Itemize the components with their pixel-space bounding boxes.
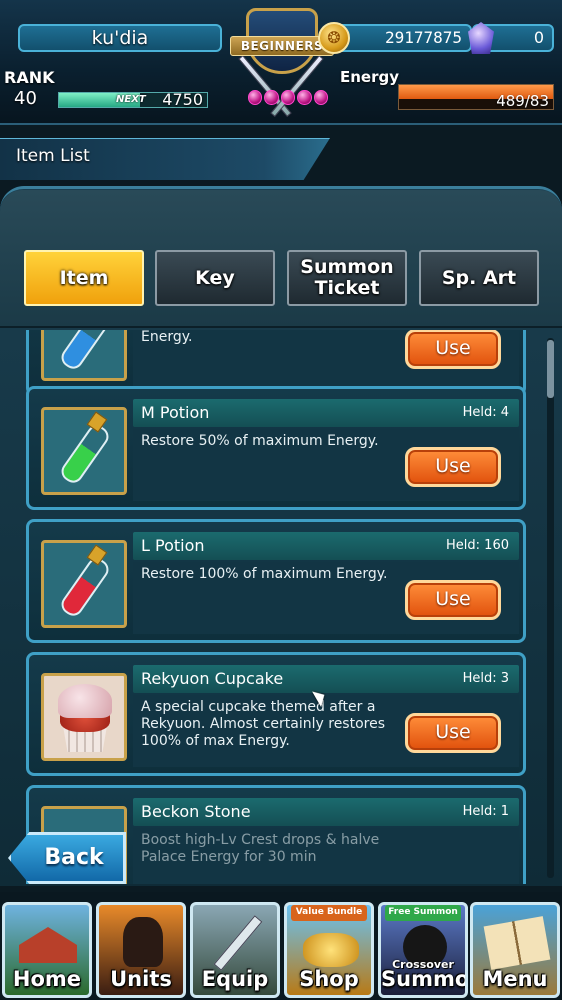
item-description: Boost high-Lv Crest drops & halve Palace…	[141, 832, 380, 865]
orb-icon	[264, 90, 279, 105]
tab-key[interactable]: Key	[155, 250, 275, 306]
nav-label: Menu	[482, 967, 548, 991]
use-button[interactable]: Use	[405, 580, 501, 620]
green-potion-icon	[41, 407, 127, 495]
treasure-icon	[303, 933, 359, 967]
nav-label: Units	[110, 967, 172, 991]
nav-label: Home	[12, 967, 82, 991]
potion-glass	[57, 330, 113, 373]
orb-icon	[280, 90, 296, 105]
next-label: NEXT	[116, 94, 146, 105]
energy-label: Energy	[340, 68, 400, 86]
bottom-nav: Home Units Equip Value Bundle Shop Free …	[0, 892, 562, 1000]
item-held-count: Held: 160	[446, 538, 509, 553]
cupcake-icon	[41, 673, 127, 761]
tab-sp-art[interactable]: Sp. Art	[419, 250, 539, 306]
list-scrollbar[interactable]	[547, 338, 554, 878]
gold-counter[interactable]: ❂ 29177875	[318, 22, 472, 54]
gold-coin-icon: ❂	[318, 22, 350, 54]
nav-home[interactable]: Home	[2, 902, 92, 998]
orb-icon	[313, 90, 329, 105]
hero-icon	[123, 917, 163, 967]
energy-bar: 489/83	[398, 84, 554, 110]
house-icon	[19, 927, 77, 963]
sword-icon	[213, 915, 263, 971]
beginners-emblem[interactable]: BEGINNERS	[226, 2, 336, 120]
gold-value: 29177875	[384, 28, 462, 47]
back-button[interactable]: Back	[8, 832, 126, 884]
rank-label: RANK	[4, 68, 55, 87]
value-bundle-badge: Value Bundle	[291, 905, 367, 921]
list-item: Rekyuon Cupcake Held: 3 A special cupcak…	[26, 652, 526, 776]
tab-summon-ticket[interactable]: Summon Ticket	[287, 250, 407, 306]
free-summon-badge: Free Summon	[385, 905, 461, 921]
top-hud: ku'dia BEGINNERS ❂ 29177875 0 RANK 40 47…	[0, 0, 562, 125]
tab-item[interactable]: Item	[24, 250, 144, 306]
cupcake-top	[58, 684, 112, 718]
rank-value: 40	[14, 88, 37, 109]
item-held-count: Held: 1	[462, 804, 509, 819]
book-icon	[483, 916, 551, 970]
list-item: L Potion Held: 160 Restore 100% of maxim…	[26, 519, 526, 643]
potion-glass	[57, 554, 113, 620]
item-held-count: Held: 3	[462, 671, 509, 686]
item-name: Beckon Stone	[141, 802, 251, 821]
gem-icon	[468, 22, 494, 54]
potion-icon	[41, 330, 127, 381]
item-name: M Potion	[141, 403, 210, 422]
nav-units[interactable]: Units	[96, 902, 186, 998]
item-held-count: Held: 4	[462, 405, 509, 420]
next-exp-value: 4750	[162, 90, 203, 109]
nav-equip[interactable]: Equip	[190, 902, 280, 998]
item-name: Rekyuon Cupcake	[141, 669, 284, 688]
player-name: ku'dia	[18, 24, 222, 52]
orb-row	[248, 90, 329, 105]
nav-summon[interactable]: Free Summon Crossover Summon	[378, 902, 468, 998]
item-name: L Potion	[141, 536, 205, 555]
nav-shop[interactable]: Value Bundle Shop	[284, 902, 374, 998]
energy-value: 489/83	[496, 92, 549, 110]
item-list[interactable]: Energy. Use M Potion Held: 4 Restore 50%…	[0, 330, 562, 884]
use-button[interactable]: Use	[405, 330, 501, 369]
item-description: A special cupcake themed after a Rekyuon…	[141, 699, 386, 749]
nav-label: Equip	[201, 967, 269, 991]
orb-icon	[248, 90, 263, 105]
nav-menu[interactable]: Menu	[470, 902, 560, 998]
use-button[interactable]: Use	[405, 713, 501, 753]
list-item: M Potion Held: 4 Restore 50% of maximum …	[26, 386, 526, 510]
page-title: Item List	[16, 146, 90, 166]
potion-glass	[57, 421, 113, 487]
use-button[interactable]: Use	[405, 447, 501, 487]
item-description: Restore 100% of maximum Energy.	[141, 566, 388, 582]
orb-icon	[297, 90, 312, 105]
scroll-thumb[interactable]	[547, 340, 554, 398]
item-description: Energy.	[141, 330, 193, 345]
nav-label: Summon	[381, 967, 468, 991]
red-potion-icon	[41, 540, 127, 628]
gem-value: 0	[533, 28, 544, 47]
nav-label: Shop	[299, 967, 359, 991]
gem-counter[interactable]: 0	[468, 22, 554, 54]
item-description: Restore 50% of maximum Energy.	[141, 433, 379, 449]
